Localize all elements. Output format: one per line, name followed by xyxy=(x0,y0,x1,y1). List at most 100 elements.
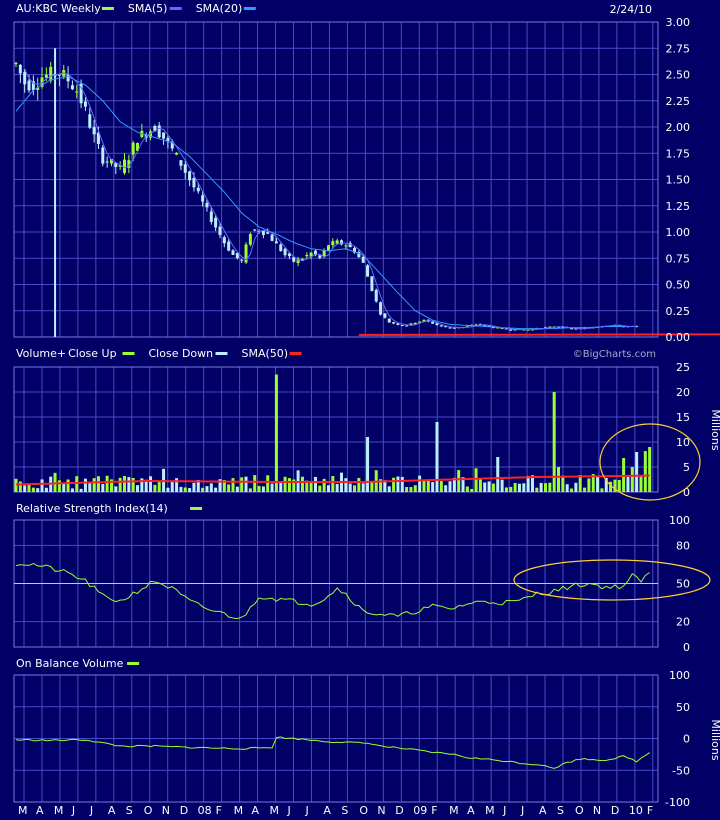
price-candle xyxy=(227,241,231,251)
price-candle xyxy=(261,230,265,235)
volume-bar xyxy=(153,484,157,492)
x-tick-label: M xyxy=(270,804,280,817)
volume-bar xyxy=(192,482,196,492)
price-candle xyxy=(157,125,161,138)
price-candle xyxy=(400,325,404,327)
x-tick-label: J xyxy=(502,804,506,817)
x-tick-label: N xyxy=(593,804,601,817)
volume-bar xyxy=(313,476,317,492)
x-tick-label: D xyxy=(611,804,619,817)
y-tick-label: 3.00 xyxy=(666,16,691,29)
x-tick-label: F xyxy=(431,804,437,817)
volume-bar xyxy=(283,476,287,492)
volume-bar xyxy=(513,482,517,492)
price-candle xyxy=(340,240,344,245)
volume-bar xyxy=(83,478,87,492)
price-candle xyxy=(361,256,365,263)
volume-bar xyxy=(565,484,569,492)
price-candle xyxy=(192,178,196,188)
volume-bar xyxy=(36,488,40,492)
price-candle xyxy=(57,74,61,76)
volume-bar xyxy=(214,487,218,492)
y-tick-label: -50 xyxy=(672,764,690,777)
x-tick-label: M xyxy=(54,804,64,817)
volume-bar xyxy=(209,483,213,492)
price-candle xyxy=(374,289,378,302)
x-tick-label: M xyxy=(449,804,459,817)
price-candle xyxy=(379,302,383,315)
y-tick-label: 2.00 xyxy=(666,121,691,134)
y-tick-label: 0.00 xyxy=(666,331,691,344)
x-tick-label: M xyxy=(485,804,495,817)
volume-bar xyxy=(114,486,118,492)
price-candle xyxy=(331,241,335,246)
volume-bar xyxy=(626,476,630,492)
price-candle xyxy=(179,160,183,166)
y-tick-label: 50 xyxy=(676,701,690,714)
volume-bar xyxy=(574,482,578,492)
stock-chart: AU:KBC Weekly SMA(5) SMA(20) 3.00 2.75 2.50 2… xyxy=(0,0,720,820)
volume-bar xyxy=(635,452,639,492)
volume-bar xyxy=(123,475,127,492)
volume-bar xyxy=(422,480,426,492)
price-candle xyxy=(201,195,205,202)
y-tick-label: 0 xyxy=(683,733,690,746)
price-candle xyxy=(431,321,435,324)
legend-swatch xyxy=(101,7,114,10)
price-candle xyxy=(222,237,226,244)
price-candle xyxy=(405,325,409,327)
x-tick-label: J xyxy=(89,804,93,817)
price-candle xyxy=(322,250,326,257)
volume-bar xyxy=(617,479,621,492)
y-tick-label: 2.50 xyxy=(666,69,691,82)
volume-bar xyxy=(27,484,31,492)
price-candle xyxy=(387,318,391,323)
volume-bar xyxy=(231,478,235,492)
legend-swatch xyxy=(289,352,302,355)
volume-bar xyxy=(387,486,391,492)
volume-bar xyxy=(474,468,478,492)
volume-bar xyxy=(96,476,100,492)
volume-bar xyxy=(257,485,261,492)
volume-bar xyxy=(201,487,205,492)
volume-bar xyxy=(335,483,339,492)
legend-swatch xyxy=(122,352,135,355)
volume-bar xyxy=(491,483,495,492)
x-tick-label: A xyxy=(323,804,331,817)
price-candle xyxy=(214,217,218,228)
price-candle xyxy=(270,234,274,241)
volume-bar xyxy=(353,485,357,492)
price-candle xyxy=(370,276,374,291)
legend-swatch xyxy=(243,7,256,10)
y-tick-label: 0 xyxy=(683,641,690,654)
volume-bar xyxy=(240,477,244,492)
x-tick-label: D xyxy=(180,804,188,817)
price-candle xyxy=(123,159,127,173)
legend-label: Close Down xyxy=(149,347,214,360)
price-candle xyxy=(383,313,387,318)
price-candle xyxy=(439,325,443,327)
y-tick-label: 1.25 xyxy=(666,200,691,213)
price-candle xyxy=(209,211,213,222)
y-tick-label: 15 xyxy=(676,411,690,424)
x-tick-label: 10 xyxy=(629,804,643,817)
volume-bar xyxy=(70,488,74,492)
volume-bar xyxy=(400,476,404,492)
volume-bar xyxy=(179,486,183,492)
x-tick-label: J xyxy=(286,804,290,817)
volume-bar xyxy=(448,481,452,492)
y-tick-label: 100 xyxy=(669,514,690,527)
x-tick-label: J xyxy=(304,804,308,817)
volume-bar xyxy=(170,481,174,492)
watermark: ©BigCharts.com xyxy=(573,349,656,360)
volume-bar xyxy=(483,482,487,492)
price-candle xyxy=(344,245,348,247)
y-tick-label: 1.75 xyxy=(666,147,691,160)
price-candle xyxy=(231,250,235,255)
volume-bar xyxy=(261,486,265,492)
volume-bar xyxy=(92,478,96,492)
x-tick-label: J xyxy=(520,804,524,817)
volume-bar xyxy=(66,479,70,492)
x-tick-label: F xyxy=(647,804,653,817)
volume-bar xyxy=(118,477,122,492)
